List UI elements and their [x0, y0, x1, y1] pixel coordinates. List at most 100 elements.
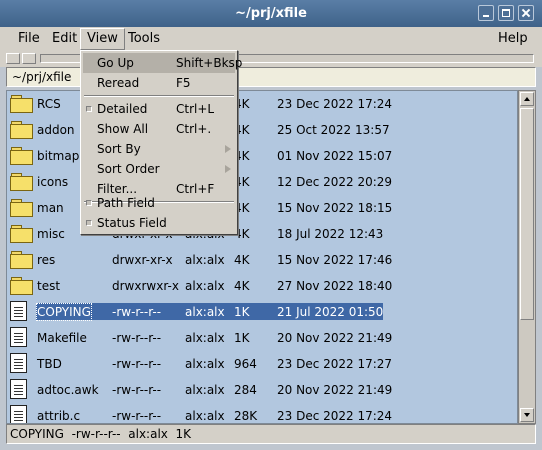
menu-item-detailed-shortcut: Ctrl+L — [176, 102, 215, 116]
folder-icon — [10, 277, 33, 295]
file-owner: alx:alx — [185, 383, 225, 397]
vertical-scrollbar[interactable] — [518, 90, 536, 424]
file-row[interactable]: TBD -rw-r--r-- alx:alx 964 23 Dec 2022 17:27 — [7, 351, 517, 377]
file-row[interactable]: attrib.c -rw-r--r-- alx:alx 28K 23 Dec 2022 … — [7, 403, 517, 423]
file-size: 284 — [234, 383, 257, 397]
file-owner: alx:alx — [185, 409, 225, 423]
close-icon[interactable] — [518, 5, 534, 21]
menu-view[interactable]: View — [80, 28, 125, 50]
status-bar: COPYING -rw-r--r-- alx:alx 1K — [6, 424, 536, 444]
menu-item-reread-label: Reread — [97, 76, 140, 90]
file-date: 18 Jul 2022 12:43 — [277, 227, 384, 241]
file-name: misc — [37, 227, 65, 241]
file-permissions: -rw-r--r-- — [112, 331, 162, 345]
file-permissions: drwxr-xr-x — [112, 253, 173, 267]
menu-item-path-field[interactable]: Path Field — [83, 193, 235, 213]
menu-item-status-field[interactable]: Status Field — [83, 213, 235, 233]
folder-icon — [10, 147, 33, 165]
file-row[interactable]: res drwxr-xr-x alx:alx 4K 15 Nov 2022 17:46 — [7, 247, 517, 273]
submenu-arrow-icon — [225, 145, 231, 153]
file-row[interactable]: adtoc.awk -rw-r--r-- alx:alx 284 20 Nov 2022… — [7, 377, 517, 403]
file-row[interactable]: test drwxrwxr-x alx:alx 4K 27 Nov 2022 18:40 — [7, 273, 517, 299]
file-date: 23 Dec 2022 17:27 — [277, 357, 393, 371]
file-date: 23 Dec 2022 17:24 — [277, 97, 393, 111]
file-size: 4K — [234, 253, 250, 267]
status-text: COPYING -rw-r--r-- alx:alx 1K — [10, 427, 192, 441]
file-row[interactable]: COPYING -rw-r--r-- alx:alx 1K 21 Jul 2022 01… — [7, 299, 517, 325]
minimize-icon[interactable] — [478, 5, 494, 21]
menu-tools[interactable]: Tools — [122, 29, 166, 49]
window-title: ~/prj/xfile — [235, 6, 307, 21]
file-permissions: -rw-r--r-- — [112, 383, 162, 397]
menu-item-path-field-label: Path Field — [97, 196, 155, 210]
menu-item-reread[interactable]: Reread F5 — [83, 73, 235, 93]
file-permissions: -rw-r--r-- — [112, 409, 162, 423]
file-name: TBD — [37, 357, 62, 371]
file-size: 1K — [234, 305, 250, 319]
menu-separator — [84, 95, 234, 97]
menu-item-show-all-shortcut: Ctrl+. — [176, 122, 212, 136]
file-row[interactable]: Makefile -rw-r--r-- alx:alx 1K 20 Nov 2022 2… — [7, 325, 517, 351]
scroll-up-icon[interactable] — [520, 92, 534, 106]
scroll-thumb[interactable] — [520, 108, 534, 320]
menu-item-sort-by-label: Sort By — [97, 142, 141, 156]
menu-item-show-all-label: Show All — [97, 122, 149, 136]
file-name: test — [37, 279, 61, 293]
menu-item-sort-order-label: Sort Order — [97, 162, 160, 176]
menu-item-sort-by[interactable]: Sort By — [83, 139, 235, 159]
file-size: 964 — [234, 357, 257, 371]
menu-bar: File Edit View Tools Help — [0, 27, 542, 51]
file-date: 25 Oct 2022 13:57 — [277, 123, 390, 137]
toolbar-button-forward[interactable] — [22, 53, 36, 64]
checkmark-icon — [86, 220, 92, 226]
menu-item-detailed[interactable]: Detailed Ctrl+L — [83, 99, 235, 119]
menu-item-go-up-label: Go Up — [97, 56, 134, 70]
toolbar-button-back[interactable] — [6, 53, 20, 64]
document-icon — [10, 379, 27, 401]
menu-item-show-all[interactable]: Show All Ctrl+. — [83, 119, 235, 139]
menu-item-status-field-label: Status Field — [97, 216, 167, 230]
file-name: addon — [37, 123, 75, 137]
menu-file[interactable]: File — [12, 29, 46, 49]
menu-item-go-up[interactable]: Go Up Shift+Bksp — [83, 53, 242, 73]
folder-icon — [10, 199, 33, 217]
file-owner: alx:alx — [185, 357, 225, 371]
folder-icon — [10, 173, 33, 191]
file-name: adtoc.awk — [37, 383, 99, 397]
document-icon — [10, 353, 27, 375]
menu-item-sort-order[interactable]: Sort Order — [83, 159, 235, 179]
file-date: 20 Nov 2022 21:49 — [277, 331, 393, 345]
menu-item-go-up-shortcut: Shift+Bksp — [176, 56, 243, 70]
file-size: 4K — [234, 279, 250, 293]
title-bar: ~/prj/xfile — [0, 0, 542, 27]
file-name: icons — [37, 175, 69, 189]
checkmark-icon — [86, 200, 92, 206]
folder-icon — [10, 251, 33, 269]
scroll-down-icon[interactable] — [520, 408, 534, 422]
file-date: 21 Jul 2022 01:50 — [277, 305, 384, 319]
menu-edit[interactable]: Edit — [46, 29, 83, 49]
file-permissions: -rw-r--r-- — [112, 357, 162, 371]
file-name: man — [37, 201, 64, 215]
folder-icon — [10, 225, 33, 243]
view-menu-dropdown: Go Up Shift+Bksp Reread F5 Detailed Ctrl… — [80, 50, 242, 235]
file-name: RCS — [37, 97, 61, 111]
submenu-arrow-icon — [225, 165, 231, 173]
file-owner: alx:alx — [185, 331, 225, 345]
menu-help[interactable]: Help — [492, 29, 534, 49]
file-owner: alx:alx — [185, 279, 225, 293]
file-date: 23 Dec 2022 17:24 — [277, 409, 393, 423]
file-date: 12 Dec 2022 20:29 — [277, 175, 393, 189]
file-name: COPYING — [36, 303, 92, 321]
document-icon — [10, 327, 27, 349]
document-icon — [10, 301, 27, 323]
file-date: 15 Nov 2022 17:46 — [277, 253, 393, 267]
checkmark-icon — [86, 106, 92, 112]
file-size: 28K — [234, 409, 258, 423]
file-date: 15 Nov 2022 18:15 — [277, 201, 393, 215]
file-owner: alx:alx — [185, 253, 225, 267]
maximize-icon[interactable] — [498, 5, 514, 21]
document-icon — [10, 405, 27, 423]
file-name: bitmaps — [37, 149, 86, 163]
file-date: 20 Nov 2022 21:49 — [277, 383, 393, 397]
